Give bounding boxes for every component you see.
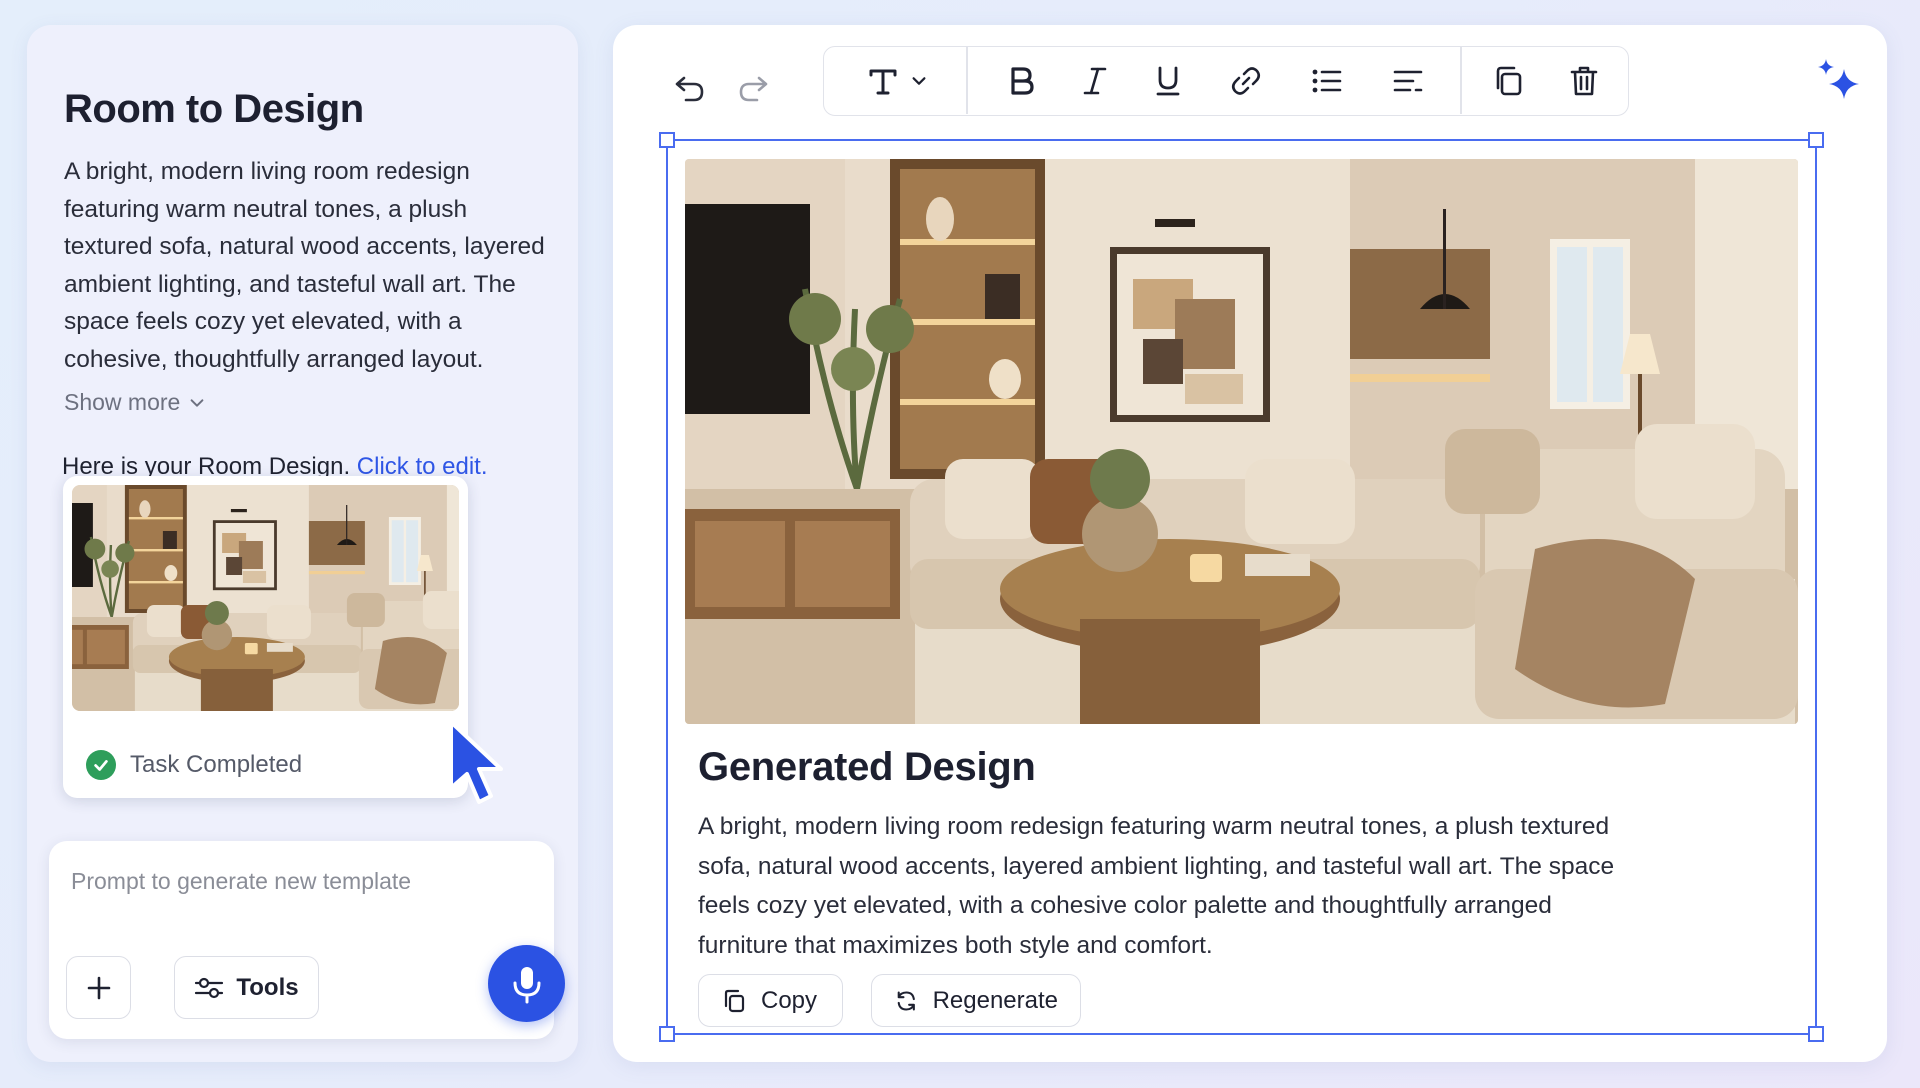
regenerate-label: Regenerate [932,986,1058,1014]
resize-handle-bottom-left[interactable] [659,1026,675,1042]
text-style-dropdown[interactable] [842,54,952,108]
copy-button[interactable]: Copy [698,974,843,1027]
voice-input-button[interactable] [488,945,565,1022]
undo-icon [675,76,704,102]
design-thumbnail-card[interactable]: Task Completed [63,476,468,798]
generated-room-image [685,159,1798,724]
italic-button[interactable] [1068,54,1122,108]
formatting-toolbar [823,46,1629,116]
add-attachment-button[interactable] [66,956,131,1019]
mouse-pointer-icon [449,720,503,804]
link-button[interactable] [1219,54,1273,108]
task-status-text: Task Completed [130,751,303,778]
bold-button[interactable] [994,54,1048,108]
bold-icon [1011,67,1034,95]
delete-button[interactable] [1557,54,1611,108]
refresh-icon [897,990,915,1011]
bulleted-list-button[interactable] [1300,54,1354,108]
redo-button[interactable] [728,61,778,115]
copy-icon [724,989,745,1012]
chevron-down-icon [190,398,204,407]
chevron-down-icon [912,77,926,85]
generated-description: A bright, modern living room redesign fe… [698,813,1615,959]
show-more-button[interactable]: Show more [64,389,206,416]
prompt-input[interactable] [71,863,511,899]
tools-label: Tools [236,973,299,1001]
duplicate-button[interactable] [1481,54,1535,108]
prompt-composer: Tools [49,841,565,1039]
align-button[interactable] [1381,54,1435,108]
italic-icon [1083,67,1107,95]
generated-title: Generated Design [698,745,1036,789]
resize-handle-top-left[interactable] [659,132,675,148]
sliders-icon [195,977,224,998]
underline-button[interactable] [1141,54,1195,108]
task-status: Task Completed [86,750,302,780]
undo-button[interactable] [665,61,715,115]
redo-icon [739,76,768,102]
align-left-icon [1393,70,1423,92]
editor-panel: Generated Design A bright, modern living… [613,25,1887,1062]
chat-panel: Room to Design A bright, modern living r… [27,25,578,1062]
toolbar-divider [966,47,968,114]
panel-title: Room to Design [64,87,364,131]
resize-handle-bottom-right[interactable] [1808,1026,1824,1042]
regenerate-button[interactable]: Regenerate [871,974,1081,1027]
text-style-icon [869,69,897,95]
underline-icon [1156,66,1180,96]
design-thumbnail-image [72,485,459,711]
show-more-label: Show more [64,389,181,415]
room-description: A bright, modern living room redesign fe… [64,158,545,373]
check-circle-icon [86,750,116,780]
copy-label: Copy [761,986,818,1014]
toolbar-divider [1460,47,1462,114]
bulleted-list-icon [1312,69,1342,93]
resize-handle-top-right[interactable] [1808,132,1824,148]
sparkle-icon[interactable] [1813,55,1865,107]
plus-icon [87,976,110,999]
trash-icon [1570,66,1598,96]
tools-button[interactable]: Tools [174,956,319,1019]
link-icon [1231,67,1261,95]
duplicate-icon [1496,66,1522,96]
microphone-icon [513,966,540,1003]
